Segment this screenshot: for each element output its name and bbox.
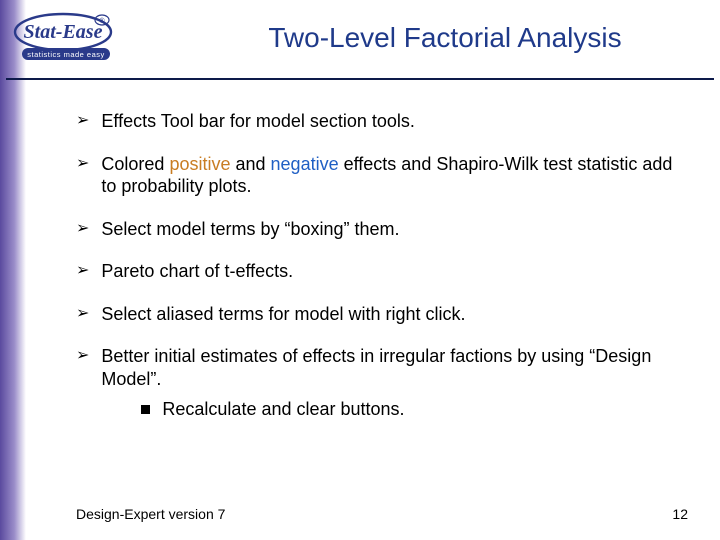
square-icon xyxy=(141,405,150,414)
bullet-text: Effects Tool bar for model section tools… xyxy=(101,110,680,133)
footer-left: Design-Expert version 7 xyxy=(76,506,225,522)
arrow-icon: ➢ xyxy=(76,110,89,132)
side-gradient xyxy=(0,0,26,540)
stat-ease-logo: Stat-Ease ® statistics made easy xyxy=(8,8,128,66)
arrow-icon: ➢ xyxy=(76,303,89,325)
footer: Design-Expert version 7 12 xyxy=(76,506,688,522)
arrow-icon: ➢ xyxy=(76,345,89,367)
arrow-icon: ➢ xyxy=(76,153,89,175)
bullet-text: Pareto chart of t-effects. xyxy=(101,260,680,283)
bullet-list: ➢ Effects Tool bar for model section too… xyxy=(76,110,680,427)
bullet-text: Colored positive and negative effects an… xyxy=(101,153,680,198)
page-number: 12 xyxy=(672,506,688,522)
list-item: ➢ Colored positive and negative effects … xyxy=(76,153,680,198)
text-fragment: and xyxy=(230,154,270,174)
bullet-text: Select model terms by “boxing” them. xyxy=(101,218,680,241)
arrow-icon: ➢ xyxy=(76,218,89,240)
svg-text:statistics made easy: statistics made easy xyxy=(27,50,105,59)
list-item: ➢ Pareto chart of t-effects. xyxy=(76,260,680,283)
list-item: ➢ Select model terms by “boxing” them. xyxy=(76,218,680,241)
list-item: ➢ Better initial estimates of effects in… xyxy=(76,345,680,421)
sub-list-item: Recalculate and clear buttons. xyxy=(141,398,680,421)
bullet-text: Select aliased terms for model with righ… xyxy=(101,303,680,326)
bullet-text: Better initial estimates of effects in i… xyxy=(101,345,680,421)
svg-text:®: ® xyxy=(99,17,105,25)
negative-highlight: negative xyxy=(271,154,339,174)
sub-bullet-text: Recalculate and clear buttons. xyxy=(162,398,404,421)
text-fragment: Better initial estimates of effects in i… xyxy=(101,346,651,389)
svg-text:Stat-Ease: Stat-Ease xyxy=(24,21,103,43)
arrow-icon: ➢ xyxy=(76,260,89,282)
positive-highlight: positive xyxy=(169,154,230,174)
horizontal-rule xyxy=(6,78,714,80)
text-fragment: Colored xyxy=(101,154,169,174)
title-area: Two-Level Factorial Analysis xyxy=(140,22,690,54)
list-item: ➢ Select aliased terms for model with ri… xyxy=(76,303,680,326)
list-item: ➢ Effects Tool bar for model section too… xyxy=(76,110,680,133)
slide-title: Two-Level Factorial Analysis xyxy=(200,22,690,54)
